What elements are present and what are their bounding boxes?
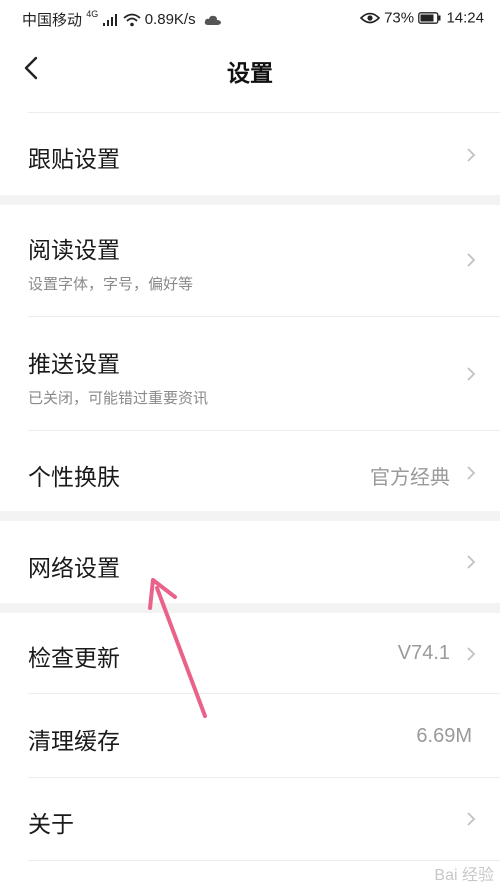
settings-item-tiegen[interactable]: 跟贴设置 xyxy=(0,113,500,195)
chevron-right-icon xyxy=(467,367,476,381)
settings-item-description: 设置字体，字号，偏好等 xyxy=(28,275,194,293)
settings-item-label: 清理缓存 xyxy=(28,729,120,755)
status-bar: 中国移动 4G 0.89K/s 73% 14:24 xyxy=(0,0,500,36)
page-title: 设置 xyxy=(227,61,273,87)
settings-item-label: 跟贴设置 xyxy=(28,147,120,173)
settings-item-label: 检查更新 xyxy=(28,646,120,672)
chevron-right-icon xyxy=(467,148,476,162)
settings-item-value: V74.1 xyxy=(397,642,450,664)
settings-item-description: 已关闭，可能错过重要资讯 xyxy=(28,389,209,407)
carrier-name: 中国移动 xyxy=(22,12,83,29)
settings-item-value: 6.69M xyxy=(416,725,472,747)
chevron-right-icon xyxy=(467,647,476,661)
chevron-right-icon xyxy=(467,812,476,826)
divider xyxy=(28,860,500,861)
settings-item-label: 网络设置 xyxy=(28,556,120,582)
settings-item-value: 官方经典 xyxy=(370,467,450,489)
settings-item-label: 个性换肤 xyxy=(28,465,120,491)
network-type: 4G xyxy=(86,9,99,19)
section-gap xyxy=(0,195,500,205)
watermark: Bai 经验 xyxy=(434,867,494,884)
signal-icon xyxy=(103,13,118,26)
eye-icon xyxy=(359,12,381,24)
chevron-right-icon xyxy=(467,253,476,267)
settings-item-label: 推送设置 xyxy=(28,352,120,378)
section-gap xyxy=(0,511,500,521)
nav-bar: 设置 xyxy=(0,36,500,100)
settings-item-update[interactable]: 检查更新 V74.1 xyxy=(0,613,500,693)
wifi-icon xyxy=(122,13,141,26)
settings-item-cache[interactable]: 清理缓存 6.69M xyxy=(0,694,500,777)
battery-icon xyxy=(418,12,441,24)
settings-item-push[interactable]: 推送设置 已关闭，可能错过重要资讯 xyxy=(0,317,500,430)
chevron-right-icon xyxy=(467,555,476,569)
status-right: 73% 14:24 xyxy=(359,9,484,27)
settings-item-skin[interactable]: 个性换肤 官方经典 xyxy=(0,431,500,511)
settings-item-network[interactable]: 网络设置 xyxy=(0,521,500,603)
cloud-icon xyxy=(204,15,221,25)
status-left: 中国移动 4G 0.89K/s xyxy=(22,9,222,30)
settings-item-label: 阅读设置 xyxy=(28,238,120,264)
settings-item-label: 关于 xyxy=(28,812,74,838)
chevron-right-icon xyxy=(467,466,476,480)
section-gap xyxy=(0,603,500,613)
battery-percent: 73% xyxy=(384,9,415,27)
clock: 14:24 xyxy=(446,9,484,27)
network-speed: 0.89K/s xyxy=(144,11,196,28)
settings-item-about[interactable]: 关于 xyxy=(0,778,500,860)
settings-item-reading[interactable]: 阅读设置 设置字体，字号，偏好等 xyxy=(0,205,500,316)
